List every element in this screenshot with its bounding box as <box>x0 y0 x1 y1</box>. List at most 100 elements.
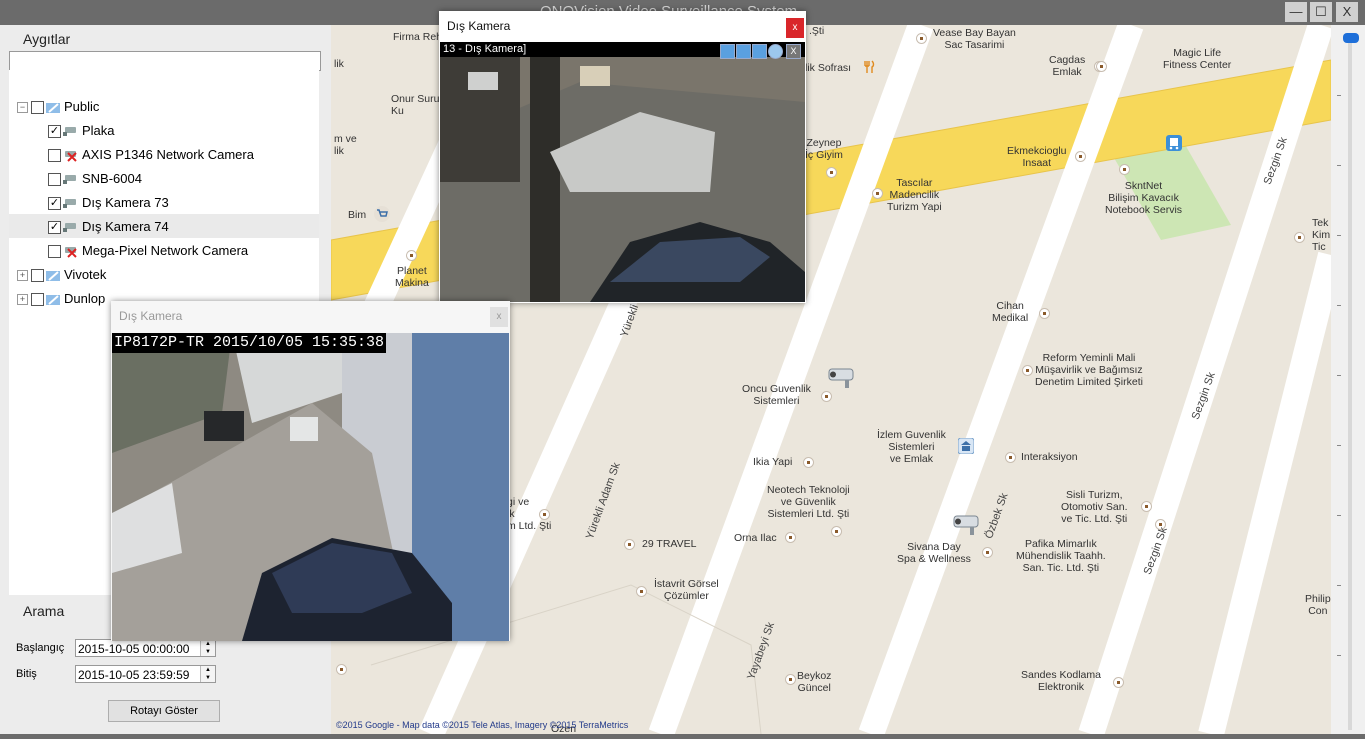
map-label: Sivana Day Spa & Wellness <box>897 541 971 565</box>
shopping-icon[interactable] <box>374 206 390 222</box>
expand-icon[interactable]: + <box>17 270 28 281</box>
stream-close-icon[interactable]: X <box>786 44 801 59</box>
poi-icon[interactable] <box>1113 677 1124 688</box>
status-icon[interactable] <box>768 44 783 59</box>
map-label: Cagdas Emlak <box>1049 54 1086 78</box>
checkbox[interactable] <box>31 269 44 282</box>
poi-icon[interactable] <box>785 532 796 543</box>
poi-icon[interactable] <box>831 526 842 537</box>
info-icon[interactable] <box>720 44 735 59</box>
zoom-track <box>1348 40 1352 730</box>
camera-marker-icon[interactable] <box>825 365 859 391</box>
video-window-close-button[interactable]: x <box>490 307 508 327</box>
map-label: Bim <box>348 209 367 221</box>
poi-icon[interactable] <box>803 457 814 468</box>
checkbox[interactable] <box>48 173 61 186</box>
zoom-tick <box>1337 655 1341 656</box>
tree-node-plaka[interactable]: ✓ Plaka <box>9 120 319 142</box>
camera-offline-icon <box>65 247 77 258</box>
poi-icon[interactable] <box>1039 308 1050 319</box>
poi-icon[interactable] <box>1075 151 1086 162</box>
poi-icon[interactable] <box>1294 232 1305 243</box>
snapshot-icon[interactable] <box>736 44 751 59</box>
zoom-tick <box>1337 305 1341 306</box>
search-title: Arama <box>23 603 65 619</box>
collapse-icon[interactable]: − <box>17 102 28 113</box>
checkbox-checked[interactable]: ✓ <box>48 221 61 234</box>
poi-icon[interactable] <box>872 188 883 199</box>
poi-icon[interactable] <box>406 250 417 261</box>
camera-feed-image <box>440 42 805 302</box>
poi-icon[interactable] <box>982 547 993 558</box>
bus-stop-icon[interactable] <box>1166 135 1182 151</box>
tree-node-public[interactable]: − Public <box>9 96 319 118</box>
zoom-handle[interactable] <box>1343 33 1359 43</box>
zoom-tick <box>1337 375 1341 376</box>
poi-icon[interactable] <box>1022 365 1033 376</box>
tree-label: Vivotek <box>64 267 107 282</box>
map-label: Firma Reh <box>393 31 443 43</box>
tree-label: SNB-6004 <box>82 171 142 186</box>
zoom-slider[interactable] <box>1331 25 1365 734</box>
tree-node-mega-pixel[interactable]: Mega-Pixel Network Camera <box>9 240 319 262</box>
poi-icon[interactable] <box>1119 164 1130 175</box>
end-datetime-input[interactable]: 2015-10-05 23:59:59 ▲ ▼ <box>75 665 216 683</box>
poi-icon[interactable] <box>636 586 647 597</box>
poi-icon[interactable] <box>785 674 796 685</box>
tree-node-vivotek[interactable]: + Vivotek <box>9 264 319 286</box>
poi-icon[interactable] <box>821 391 832 402</box>
bank-icon[interactable] <box>958 438 974 454</box>
checkbox[interactable] <box>31 101 44 114</box>
map-label: .Şti <box>809 25 825 37</box>
checkbox-checked[interactable]: ✓ <box>48 125 61 138</box>
checkbox-checked[interactable]: ✓ <box>48 197 61 210</box>
poi-icon[interactable] <box>1005 452 1016 463</box>
map-copyright: ©2015 Google - Map data ©2015 Tele Atlas… <box>336 720 629 730</box>
poi-icon[interactable] <box>916 33 927 44</box>
map-label: İstavrit Görsel Çözümler <box>654 578 719 602</box>
checkbox[interactable] <box>48 245 61 258</box>
camera-icon <box>63 223 76 232</box>
maximize-button[interactable]: ☐ <box>1310 2 1332 22</box>
map-label: Planet Makina <box>395 265 429 289</box>
checkbox[interactable] <box>31 293 44 306</box>
tree-node-dis-kamera-73[interactable]: ✓ Dış Kamera 73 <box>9 192 319 214</box>
show-route-button[interactable]: Rotayı Göster <box>108 700 220 722</box>
video-window-close-button[interactable]: x <box>786 18 804 38</box>
zoom-tick <box>1337 515 1341 516</box>
map-label: Cihan Medikal <box>992 300 1029 324</box>
poi-icon[interactable] <box>624 539 635 550</box>
camera-marker-icon[interactable] <box>950 512 984 538</box>
minimize-button[interactable]: — <box>1285 2 1307 22</box>
video-window-top[interactable]: Dış Kamera x 13 - Dış Kamera] X <box>439 11 806 303</box>
poi-icon[interactable] <box>1096 61 1107 72</box>
checkbox[interactable] <box>48 149 61 162</box>
camera-icon <box>63 199 76 208</box>
map-label: Tascılar Madencilik Turizm Yapi <box>887 177 942 213</box>
record-icon[interactable] <box>752 44 767 59</box>
zoom-tick <box>1337 235 1341 236</box>
poi-icon[interactable] <box>826 167 837 178</box>
restaurant-icon[interactable] <box>863 60 875 74</box>
video-stream-main[interactable]: IP8172P-TR 2015/10/05 15:35:38 <box>112 333 509 641</box>
camera-group-icon <box>46 103 60 113</box>
video-window-main[interactable]: Dış Kamera x IP8172P-TR 2015/10/05 15:35… <box>111 301 510 641</box>
spinner-icon[interactable]: ▲ ▼ <box>200 640 215 656</box>
poi-icon[interactable] <box>336 664 347 675</box>
map-label: Reform Yeminli Mali Müşavirlik ve Bağıms… <box>1035 352 1143 388</box>
spinner-icon[interactable]: ▲ ▼ <box>200 666 215 682</box>
map-label: Magic Life Fitness Center <box>1163 47 1232 71</box>
end-datetime-value: 2015-10-05 23:59:59 <box>78 668 190 682</box>
video-stream-top[interactable]: 13 - Dış Kamera] X <box>440 42 805 302</box>
poi-icon[interactable] <box>1141 501 1152 512</box>
expand-icon[interactable]: + <box>17 294 28 305</box>
device-search-input[interactable] <box>9 51 321 71</box>
map-label: lik <box>334 58 344 70</box>
map-label: Pafika Mimarlık Mühendislik Taahh. San. … <box>1016 538 1106 574</box>
tree-node-axis[interactable]: AXIS P1346 Network Camera <box>9 144 319 166</box>
tree-node-dis-kamera-74[interactable]: ✓ Dış Kamera 74 <box>9 216 319 238</box>
start-datetime-input[interactable]: 2015-10-05 00:00:00 ▲ ▼ <box>75 639 216 657</box>
stream-caption: 13 - Dış Kamera] <box>443 43 527 55</box>
close-button[interactable]: X <box>1336 2 1358 22</box>
tree-node-snb[interactable]: SNB-6004 <box>9 168 319 190</box>
